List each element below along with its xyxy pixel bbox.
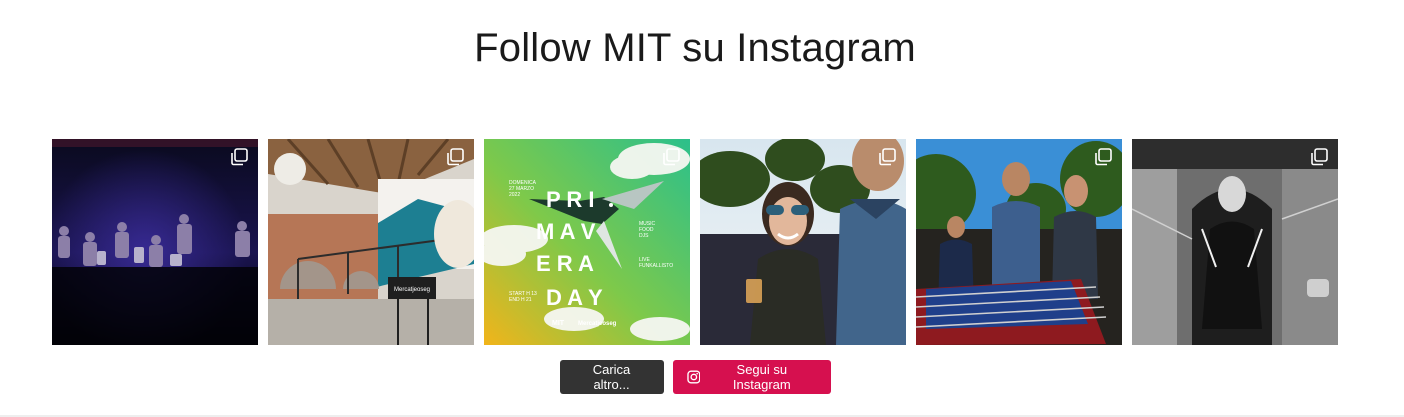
carousel-icon [663, 148, 680, 166]
feed-post-2[interactable]: Mercatjeoseg [268, 139, 474, 345]
sign-text: Mercatjeoseg [394, 287, 430, 293]
poster-note: DJS [639, 233, 649, 239]
poster-note: FUNKALLISTO [639, 263, 673, 269]
poster-title: M A V [536, 219, 596, 244]
instagram-feed: Mercatjeoseg DOMENICA 27 MARZO 2022 P R … [52, 139, 1338, 345]
poster-title: P R I [546, 187, 595, 212]
poster-logo: MIT [552, 320, 565, 327]
page-title: Follow MIT su Instagram [474, 26, 916, 70]
follow-instagram-button[interactable]: Segui su Instagram [672, 360, 831, 394]
feed-post-3[interactable]: DOMENICA 27 MARZO 2022 P R I M A V E R A… [484, 139, 690, 345]
post-image: DOMENICA 27 MARZO 2022 P R I M A V E R A… [484, 139, 690, 345]
poster-logo: Mercatjeoseg [578, 321, 617, 327]
poster-title: E R A [536, 251, 594, 276]
poster-date: 2022 [509, 192, 520, 198]
poster-title: D A Y [546, 285, 603, 310]
follow-label: Segui su Instagram [732, 362, 791, 392]
carousel-icon [1095, 148, 1112, 166]
feed-post-6[interactable] [1132, 139, 1338, 345]
post-image [916, 139, 1122, 345]
post-image [52, 139, 258, 345]
poster-time: END H 21 [509, 297, 532, 303]
post-image: Mercatjeoseg [268, 139, 474, 345]
post-image [1132, 139, 1338, 345]
load-more-button[interactable]: Carica altro... [559, 360, 664, 394]
instagram-icon [686, 370, 700, 384]
feed-actions: Carica altro... Segui su Instagram [0, 360, 1390, 394]
feed-post-4[interactable] [700, 139, 906, 345]
carousel-icon [447, 148, 464, 166]
carousel-icon [879, 148, 896, 166]
feed-post-1[interactable] [52, 139, 258, 345]
carousel-icon [231, 148, 248, 166]
carousel-icon [1311, 148, 1328, 166]
load-more-label: Carica altro... [592, 362, 631, 392]
post-image [700, 139, 906, 345]
feed-post-5[interactable] [916, 139, 1122, 345]
